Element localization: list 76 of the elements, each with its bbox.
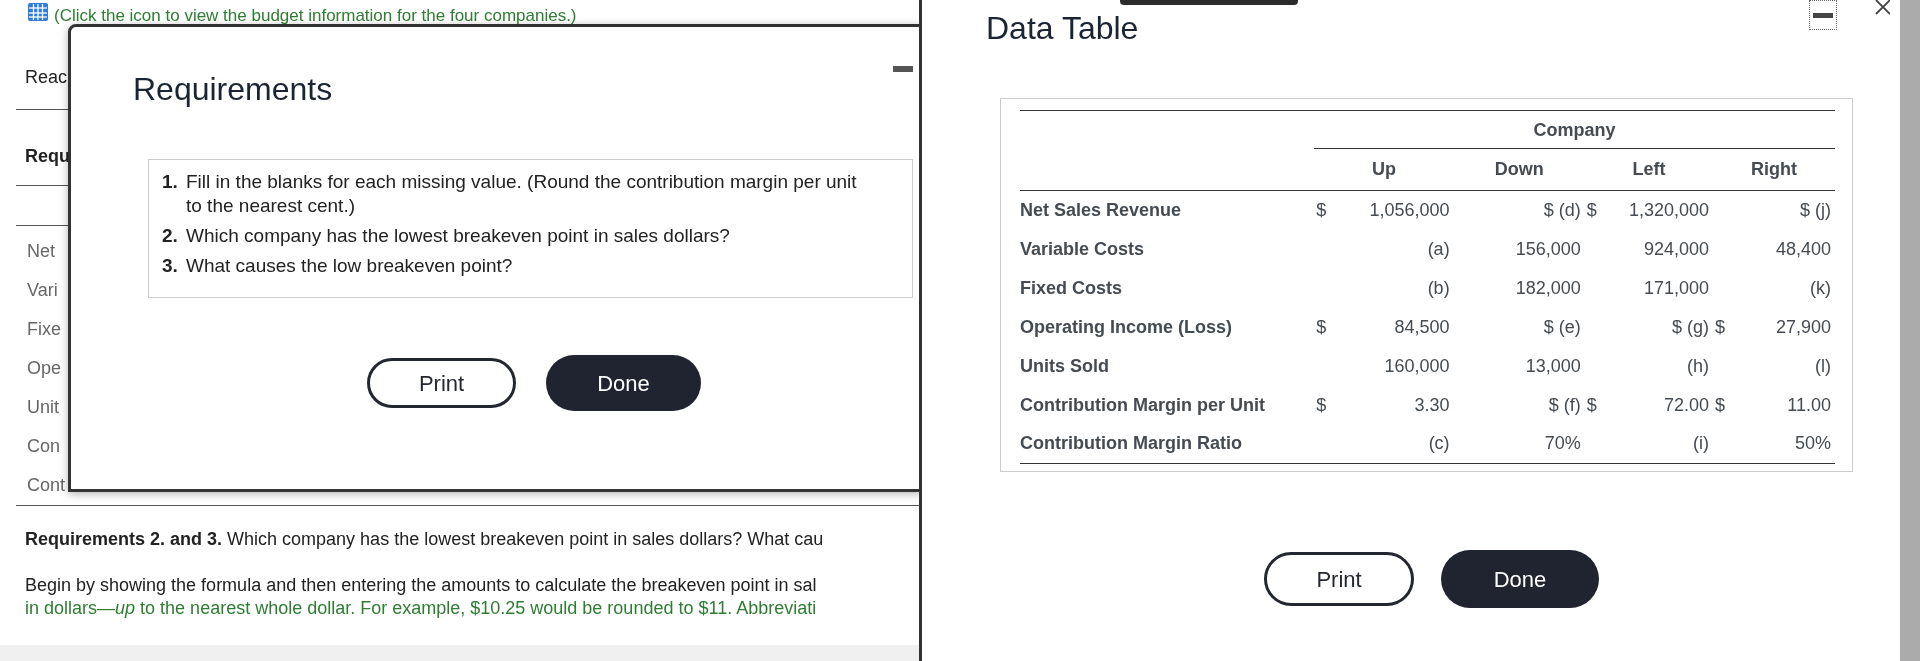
item-number: 3. [162, 254, 179, 278]
row-label: Units Sold [1020, 355, 1109, 376]
table-cell: (b) [1427, 277, 1450, 298]
column-header: Down [1494, 159, 1544, 179]
table-cell: 171,000 [1643, 277, 1709, 298]
row-label: Fixe [27, 318, 61, 341]
row-label: Net Sales Revenue [1020, 199, 1182, 220]
done-button[interactable]: Done [1441, 550, 1599, 608]
currency-sign: $ [1714, 394, 1725, 415]
minimize-button[interactable] [1809, 0, 1837, 30]
currency-sign: $ [1316, 394, 1327, 415]
row-label: Fixed Costs [1020, 277, 1123, 298]
table-cell: 182,000 [1515, 277, 1581, 298]
instruction-text: Begin by showing the formula and then entering the amounts to calculate the breakeven point in sal [25, 574, 818, 597]
column-header: Right [1751, 159, 1797, 179]
table-cell: 924,000 [1643, 238, 1709, 259]
table-cell: $ (g) [1671, 316, 1709, 337]
tab-label[interactable]: Reac [25, 64, 68, 91]
print-button[interactable]: Print [1264, 552, 1414, 606]
table-cell: 1,320,000 [1628, 199, 1709, 220]
requirement-text: Fill in the blanks for each missing value. (Round the contribution margin per unit to the nearest cent.) [186, 170, 858, 218]
table-cell: 70% [1544, 433, 1581, 454]
item-number: 1. [162, 170, 179, 194]
minimize-icon [1813, 12, 1833, 18]
scrollbar[interactable] [1900, 0, 1920, 661]
table-cell: 11.00 [1787, 394, 1831, 415]
currency-sign: $ [1316, 199, 1327, 220]
column-header: Left [1632, 159, 1666, 179]
row-label: Operating Income (Loss) [1020, 316, 1233, 337]
section-heading: Requ [24, 145, 70, 168]
row-label: Vari [27, 279, 58, 302]
table-icon[interactable] [28, 3, 48, 21]
table-cell: (c) [1428, 433, 1450, 454]
row-label: Ope [27, 357, 62, 380]
row-label: Unit [27, 396, 59, 419]
requirement-text: Which company has the lowest breakeven point in sales dollars? [186, 224, 730, 248]
table-cell: 3.30 [1414, 394, 1450, 415]
row-label: Con [27, 435, 61, 458]
dialog-title: Requirements [133, 70, 334, 109]
table-cell: (k) [1810, 277, 1831, 298]
table-cell: $ (f) [1548, 394, 1581, 415]
dialog-title: Data Table [986, 9, 1139, 48]
table-cell: 72.00 [1663, 394, 1709, 415]
table-cell: 50% [1794, 433, 1831, 454]
table-cell: 1,056,000 [1369, 199, 1450, 220]
currency-sign: $ [1586, 199, 1597, 220]
row-label: Contribution Margin Ratio [1020, 433, 1242, 454]
table-cell: 48,400 [1775, 238, 1831, 259]
table-cell: $ (d) [1543, 199, 1581, 220]
column-header: Up [1371, 159, 1396, 179]
done-button[interactable]: Done [546, 355, 701, 411]
table-cell: $ (e) [1543, 316, 1581, 337]
requirements-question: Requirements 2. and 3. Which company has the lowest breakeven point in sales dollars? What cau [25, 528, 825, 551]
row-label: Net [27, 240, 55, 263]
group-header: Company [1533, 120, 1616, 140]
currency-sign: $ [1316, 316, 1327, 337]
row-label: Variable Costs [1020, 238, 1145, 259]
table-cell: 156,000 [1515, 238, 1581, 259]
close-icon[interactable] [1874, 0, 1890, 16]
table-cell: (h) [1686, 355, 1709, 376]
table-cell: 13,000 [1525, 355, 1581, 376]
row-label: Contribution Margin per Unit [1020, 394, 1265, 415]
requirement-text: What causes the low breakeven point? [186, 254, 513, 278]
print-button[interactable]: Print [367, 358, 516, 408]
table-cell: (i) [1692, 433, 1709, 454]
currency-sign: $ [1586, 394, 1597, 415]
currency-sign: $ [1714, 316, 1725, 337]
row-label: Cont [27, 474, 66, 497]
table-cell: 160,000 [1384, 355, 1450, 376]
table-cell: 27,900 [1775, 316, 1831, 337]
table-cell: (a) [1427, 238, 1450, 259]
table-cell: 84,500 [1394, 316, 1450, 337]
table-cell: (l) [1815, 355, 1831, 376]
table-cell: $ (j) [1800, 199, 1831, 220]
item-number: 2. [162, 224, 179, 248]
hint-text: in dollars—up to the nearest whole dollar. For example, $10.25 would be rounded to $11. Abbreviati [25, 597, 818, 619]
